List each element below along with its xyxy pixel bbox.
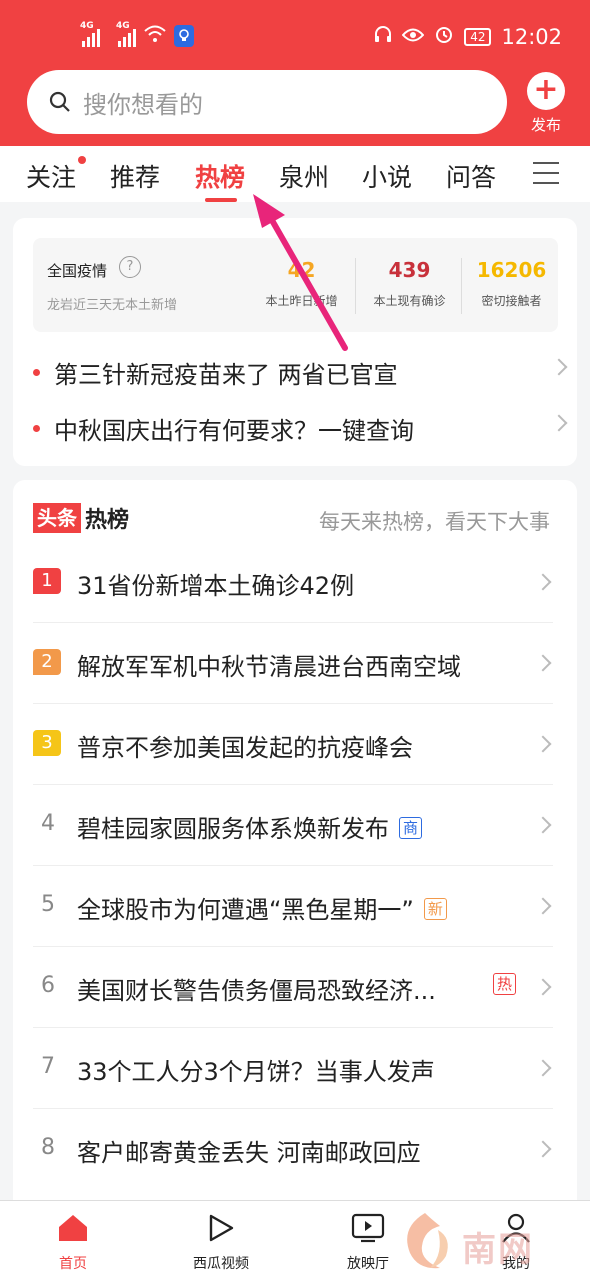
signal-icon-2: 4G: [116, 21, 136, 47]
menu-icon[interactable]: [533, 162, 559, 192]
stat-label: 本土昨日新增: [265, 294, 338, 308]
tab-quanzhou[interactable]: 泉州: [279, 158, 329, 194]
tab-novel[interactable]: 小说: [362, 158, 412, 194]
tag-hot: 热: [493, 973, 517, 995]
rank-number: 4: [41, 811, 55, 836]
rank-badge: 1: [33, 568, 61, 594]
news-title: 中秋国庆出行有何要求？一键查询: [54, 416, 414, 445]
notification-dot: [78, 156, 86, 164]
hot-title: 碧桂园家圆服务体系焕新发布: [77, 815, 389, 843]
stat-new-local: 42 本土昨日新增: [249, 258, 354, 309]
status-bar: 4G 4G 42 12:02: [0, 0, 590, 72]
hot-title: 解放军军机中秋节清晨进台西南空域: [77, 653, 461, 681]
chevron-right-icon: [534, 1140, 552, 1158]
covid-subtitle: 龙岩近三天无本土新增: [47, 298, 178, 313]
help-icon[interactable]: ?: [119, 256, 141, 278]
hot-title: 33个工人分3个月饼？当事人发声: [77, 1058, 435, 1086]
shield-icon: [174, 25, 194, 47]
hot-title-wrap: 全球股市为何遭遇“黑色星期一” 新: [77, 890, 447, 925]
home-icon: [28, 1211, 118, 1245]
nav-home[interactable]: 首页: [28, 1211, 118, 1273]
news-title: 第三针新冠疫苗来了 两省已官宣: [54, 360, 398, 389]
active-tab-indicator: [205, 198, 237, 202]
news-item[interactable]: 第三针新冠疫苗来了 两省已官宣: [33, 352, 573, 392]
hotlist-logo: 头条 热榜: [33, 502, 129, 534]
hot-row[interactable]: 1 31省份新增本土确诊42例: [33, 542, 553, 623]
eye-icon: [401, 26, 425, 48]
chevron-right-icon: [534, 1059, 552, 1077]
nav-label: 西瓜视频: [193, 1256, 249, 1272]
stat-label: 密切接触者: [481, 294, 542, 308]
hotlist-card: 头条 热榜 每天来热榜，看天下大事 1 31省份新增本土确诊42例 2 解放军军…: [13, 480, 577, 1220]
divider: [355, 258, 356, 314]
bullet-icon: [33, 424, 40, 432]
play-icon: [176, 1211, 266, 1245]
stat-close-contacts: 16206 密切接触者: [459, 258, 564, 309]
publish-label: 发布: [530, 116, 561, 134]
search-icon: [49, 91, 70, 112]
stat-value: 42: [287, 258, 316, 282]
search-input[interactable]: 搜你想看的: [27, 70, 507, 134]
chevron-right-icon: [550, 414, 568, 432]
clock: 12:02: [501, 24, 562, 49]
stat-value: 16206: [476, 258, 547, 282]
chevron-right-icon: [534, 897, 552, 915]
chevron-right-icon: [534, 573, 552, 591]
hotlist-slogan: 每天来热榜，看天下大事: [319, 510, 550, 534]
headphone-icon: [374, 25, 392, 48]
hot-row[interactable]: 4 碧桂园家圆服务体系焕新发布商: [33, 785, 553, 866]
stat-confirmed: 439 本土现有确诊: [357, 258, 462, 309]
covid-card: 全国疫情 ? 龙岩近三天无本土新增 42 本土昨日新增 439 本土现有确诊 1…: [13, 218, 577, 466]
channel-tabs: 关注 推荐 热榜 泉州 小说 问答: [0, 146, 590, 202]
rank-badge: 3: [33, 730, 61, 756]
hot-title-wrap: 碧桂园家圆服务体系焕新发布商: [77, 809, 423, 844]
watermark-logo: 南网: [390, 1208, 590, 1280]
rank-badge: 2: [33, 649, 61, 675]
rank-number: 6: [41, 973, 55, 998]
chevron-right-icon: [534, 654, 552, 672]
battery-icon: 42: [464, 27, 492, 46]
alarm-icon: [434, 24, 454, 49]
hot-title: 31省份新增本土确诊42例: [77, 572, 355, 600]
nav-xigua-video[interactable]: 西瓜视频: [176, 1211, 266, 1273]
bullet-icon: [33, 368, 40, 376]
hot-row[interactable]: 5 全球股市为何遭遇“黑色星期一” 新: [33, 866, 553, 947]
chevron-right-icon: [550, 358, 568, 376]
tab-recommend[interactable]: 推荐: [110, 158, 160, 194]
signal-icon: 4G: [80, 21, 100, 47]
publish-button[interactable]: + 发布: [522, 72, 570, 135]
chevron-right-icon: [534, 978, 552, 996]
hot-row[interactable]: 8 客户邮寄黄金丢失 河南邮政回应: [33, 1109, 553, 1190]
hot-row[interactable]: 2 解放军军机中秋节清晨进台西南空域: [33, 623, 553, 704]
nav-label: 首页: [59, 1256, 87, 1272]
stat-label: 本土现有确诊: [373, 294, 446, 308]
stat-value: 439: [388, 258, 431, 282]
search-placeholder: 搜你想看的: [83, 90, 203, 119]
hot-title: 全球股市为何遭遇“黑色星期一”: [77, 896, 414, 924]
logo-hotlist: 热榜: [85, 508, 130, 533]
hot-title: 普京不参加美国发起的抗疫峰会: [77, 734, 413, 762]
hot-title: 美国财长警告债务僵局恐致经济...: [77, 977, 436, 1005]
rank-number: 7: [41, 1054, 55, 1079]
tag-ad: 商: [399, 817, 423, 839]
hot-title: 客户邮寄黄金丢失 河南邮政回应: [77, 1139, 421, 1167]
covid-title: 全国疫情: [47, 262, 108, 280]
plus-icon: +: [527, 72, 565, 110]
hot-row[interactable]: 3 普京不参加美国发起的抗疫峰会: [33, 704, 553, 785]
hot-row[interactable]: 6 美国财长警告债务僵局恐致经济... 热: [33, 947, 553, 1028]
chevron-right-icon: [534, 735, 552, 753]
tab-qa[interactable]: 问答: [446, 158, 496, 194]
hot-row[interactable]: 7 33个工人分3个月饼？当事人发声: [33, 1028, 553, 1109]
rank-number: 5: [41, 892, 55, 917]
tab-follow[interactable]: 关注: [26, 158, 76, 194]
rank-number: 8: [41, 1135, 55, 1160]
news-item[interactable]: 中秋国庆出行有何要求？一键查询: [33, 408, 573, 448]
covid-panel[interactable]: 全国疫情 ? 龙岩近三天无本土新增 42 本土昨日新增 439 本土现有确诊 1…: [33, 238, 558, 332]
tab-hotlist[interactable]: 热榜: [195, 158, 245, 194]
chevron-right-icon: [534, 816, 552, 834]
tag-new: 新: [423, 898, 447, 920]
wifi-icon: [144, 24, 166, 48]
logo-toutiao: 头条: [33, 503, 81, 533]
